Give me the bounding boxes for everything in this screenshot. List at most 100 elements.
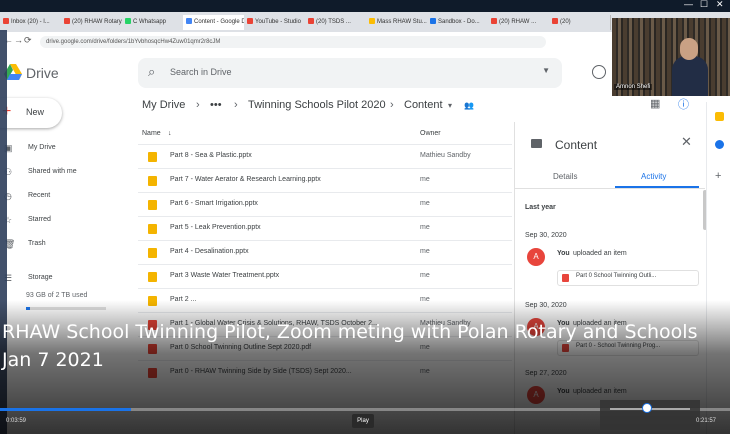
tab-favicon-icon — [186, 18, 192, 25]
breadcrumb-separator-icon: › — [390, 99, 394, 111]
panel-title: Content — [555, 138, 598, 152]
browser-tab[interactable]: C Whatsapp — [122, 15, 184, 30]
tab-label: Mass RHAW Stu... — [377, 19, 427, 25]
sidebar-item[interactable]: ☰ Storage — [0, 270, 130, 286]
file-row[interactable]: Part 5 - Leak Prevention.pptx me — [138, 216, 512, 241]
sidebar-item-label: Storage — [28, 274, 53, 281]
grid-view-icon[interactable]: ▦ — [650, 97, 660, 110]
browser-tab[interactable]: (20) RHAW ... — [488, 15, 550, 30]
tab-label: Sandbox - Do... — [438, 19, 480, 25]
tasks-icon[interactable] — [715, 140, 724, 149]
tab-label: C Whatsapp — [133, 19, 167, 25]
screen-recording: — ☐ ✕ Inbox (20) - l... (20) RHAW Rotary.… — [0, 0, 730, 434]
file-row[interactable]: Part 3 Waste Water Treatment.pptx me — [138, 264, 512, 289]
sort-arrow-icon[interactable]: ↓ — [168, 130, 172, 137]
new-button[interactable]: + New — [0, 98, 62, 128]
file-name: Part 4 - Desalination.pptx — [170, 248, 249, 255]
add-addon-icon[interactable]: + — [715, 170, 721, 182]
avatar: A — [527, 248, 545, 266]
video-title: RHAW School Twinning Pilot, Zoom meting … — [2, 321, 698, 371]
file-name: Part 6 - Smart Irrigation.pptx — [170, 200, 258, 207]
sidebar-item[interactable]: ☆ Starred — [0, 212, 130, 228]
current-time: 0:03:59 — [6, 418, 27, 424]
file-type-icon — [148, 224, 157, 234]
presenter-head — [680, 38, 698, 60]
activity-date: Sep 30, 2020 — [525, 232, 567, 239]
pdf-icon — [562, 274, 569, 282]
browser-tab[interactable]: YouTube - Studio — [244, 15, 306, 30]
file-type-icon — [148, 248, 157, 258]
file-type-icon — [148, 176, 157, 186]
activity-period: Last year — [525, 204, 556, 211]
activity-file-name: Part 0 School Twinning Outli... — [576, 273, 657, 279]
tab-label: (20) TSDS ... — [316, 19, 351, 25]
info-icon[interactable]: ⓘ — [678, 96, 689, 112]
file-name: Part 7 - Water Aerator & Research Learni… — [170, 176, 321, 183]
breadcrumb-folder[interactable]: Twinning Schools Pilot 2020 — [248, 99, 386, 111]
sidebar-item-label: Trash — [28, 240, 46, 247]
keep-icon[interactable] — [715, 112, 724, 121]
tab-favicon-icon — [308, 18, 314, 25]
activity-action: uploaded an item — [573, 250, 627, 257]
file-name: Part 5 - Leak Prevention.pptx — [170, 224, 261, 231]
breadcrumb-current[interactable]: Content — [404, 99, 443, 111]
sidebar-item[interactable]: ▣ My Drive — [0, 140, 130, 156]
browser-tab[interactable]: Sandbox - Do... — [427, 15, 489, 30]
file-owner: Mathieu Sandby — [420, 152, 471, 159]
sidebar-item-label: My Drive — [28, 144, 56, 151]
browser-tab[interactable]: (20) RHAW Rotary... — [61, 15, 123, 30]
file-row[interactable]: Part 8 - Sea & Plastic.pptx Mathieu Sandb… — [138, 144, 512, 169]
file-row[interactable]: Part 7 - Water Aerator & Research Learni… — [138, 168, 512, 193]
presenter-body — [672, 56, 708, 96]
chevron-down-icon[interactable]: ▾ — [448, 101, 452, 110]
tab-details[interactable]: Details — [553, 172, 577, 181]
activity-file-chip[interactable]: Part 0 School Twinning Outli... — [557, 270, 699, 286]
activity-actor: You — [557, 250, 570, 257]
tab-activity[interactable]: Activity — [641, 172, 666, 181]
sidebar-item-label: Shared with me — [28, 168, 77, 175]
tab-favicon-icon — [369, 18, 375, 25]
browser-tab[interactable]: Inbox (20) - l... — [0, 15, 62, 30]
browser-tab[interactable]: Mass RHAW Stu... — [366, 15, 428, 30]
browser-tab[interactable]: Content - Google D... — [183, 15, 245, 30]
forward-icon[interactable]: → — [14, 35, 23, 45]
breadcrumb-ellipsis[interactable]: ••• — [210, 99, 222, 111]
file-name: Part 3 Waste Water Treatment.pptx — [170, 272, 280, 279]
new-button-label: New — [26, 107, 45, 117]
volume-knob[interactable] — [642, 403, 652, 413]
search-icon: ⌕ — [148, 64, 156, 79]
ready-offline-icon[interactable] — [592, 65, 606, 79]
sidebar-item-label: Starred — [28, 216, 51, 223]
breadcrumb-my-drive[interactable]: My Drive — [142, 99, 185, 111]
folder-icon — [531, 139, 542, 148]
tab-favicon-icon — [3, 18, 9, 25]
file-name: Part 8 - Sea & Plastic.pptx — [170, 152, 252, 159]
minimize-button[interactable]: — — [684, 0, 693, 9]
column-header-name[interactable]: Name — [142, 130, 161, 137]
file-row[interactable]: Part 6 - Smart Irrigation.pptx me — [138, 192, 512, 217]
reload-icon[interactable]: ⟳ — [24, 35, 32, 46]
drive-logo-text: Drive — [26, 65, 59, 81]
file-row[interactable]: Part 4 - Desalination.pptx me — [138, 240, 512, 265]
sidebar-item[interactable]: ◷ Recent — [0, 188, 130, 204]
browser-tab[interactable]: (20) — [549, 15, 611, 30]
sidebar-item[interactable]: 🗑 Trash — [0, 236, 130, 252]
url-field[interactable]: drive.google.com/drive/folders/1bYvbhosq… — [40, 36, 546, 48]
maximize-button[interactable]: ☐ — [700, 0, 708, 10]
file-type-icon — [148, 272, 157, 282]
tab-favicon-icon — [125, 18, 131, 25]
divider — [515, 188, 705, 189]
search-options-icon[interactable]: ▼ — [542, 66, 550, 75]
volume-control[interactable] — [600, 400, 700, 430]
file-type-icon — [148, 200, 157, 210]
play-tooltip[interactable]: Play — [352, 414, 374, 428]
sidebar-item[interactable]: ⚇ Shared with me — [0, 164, 130, 180]
close-icon[interactable]: ✕ — [681, 134, 692, 150]
tab-label: Content - Google D... — [194, 19, 244, 25]
sidebar-item-label: Recent — [28, 192, 51, 199]
webcam-overlay: Amnon Shefi — [612, 18, 730, 96]
tab-favicon-icon — [247, 18, 253, 25]
close-button[interactable]: ✕ — [716, 0, 724, 10]
search-box[interactable]: ⌕ Search in Drive ▼ — [138, 58, 562, 88]
browser-tab[interactable]: (20) TSDS ... — [305, 15, 367, 30]
